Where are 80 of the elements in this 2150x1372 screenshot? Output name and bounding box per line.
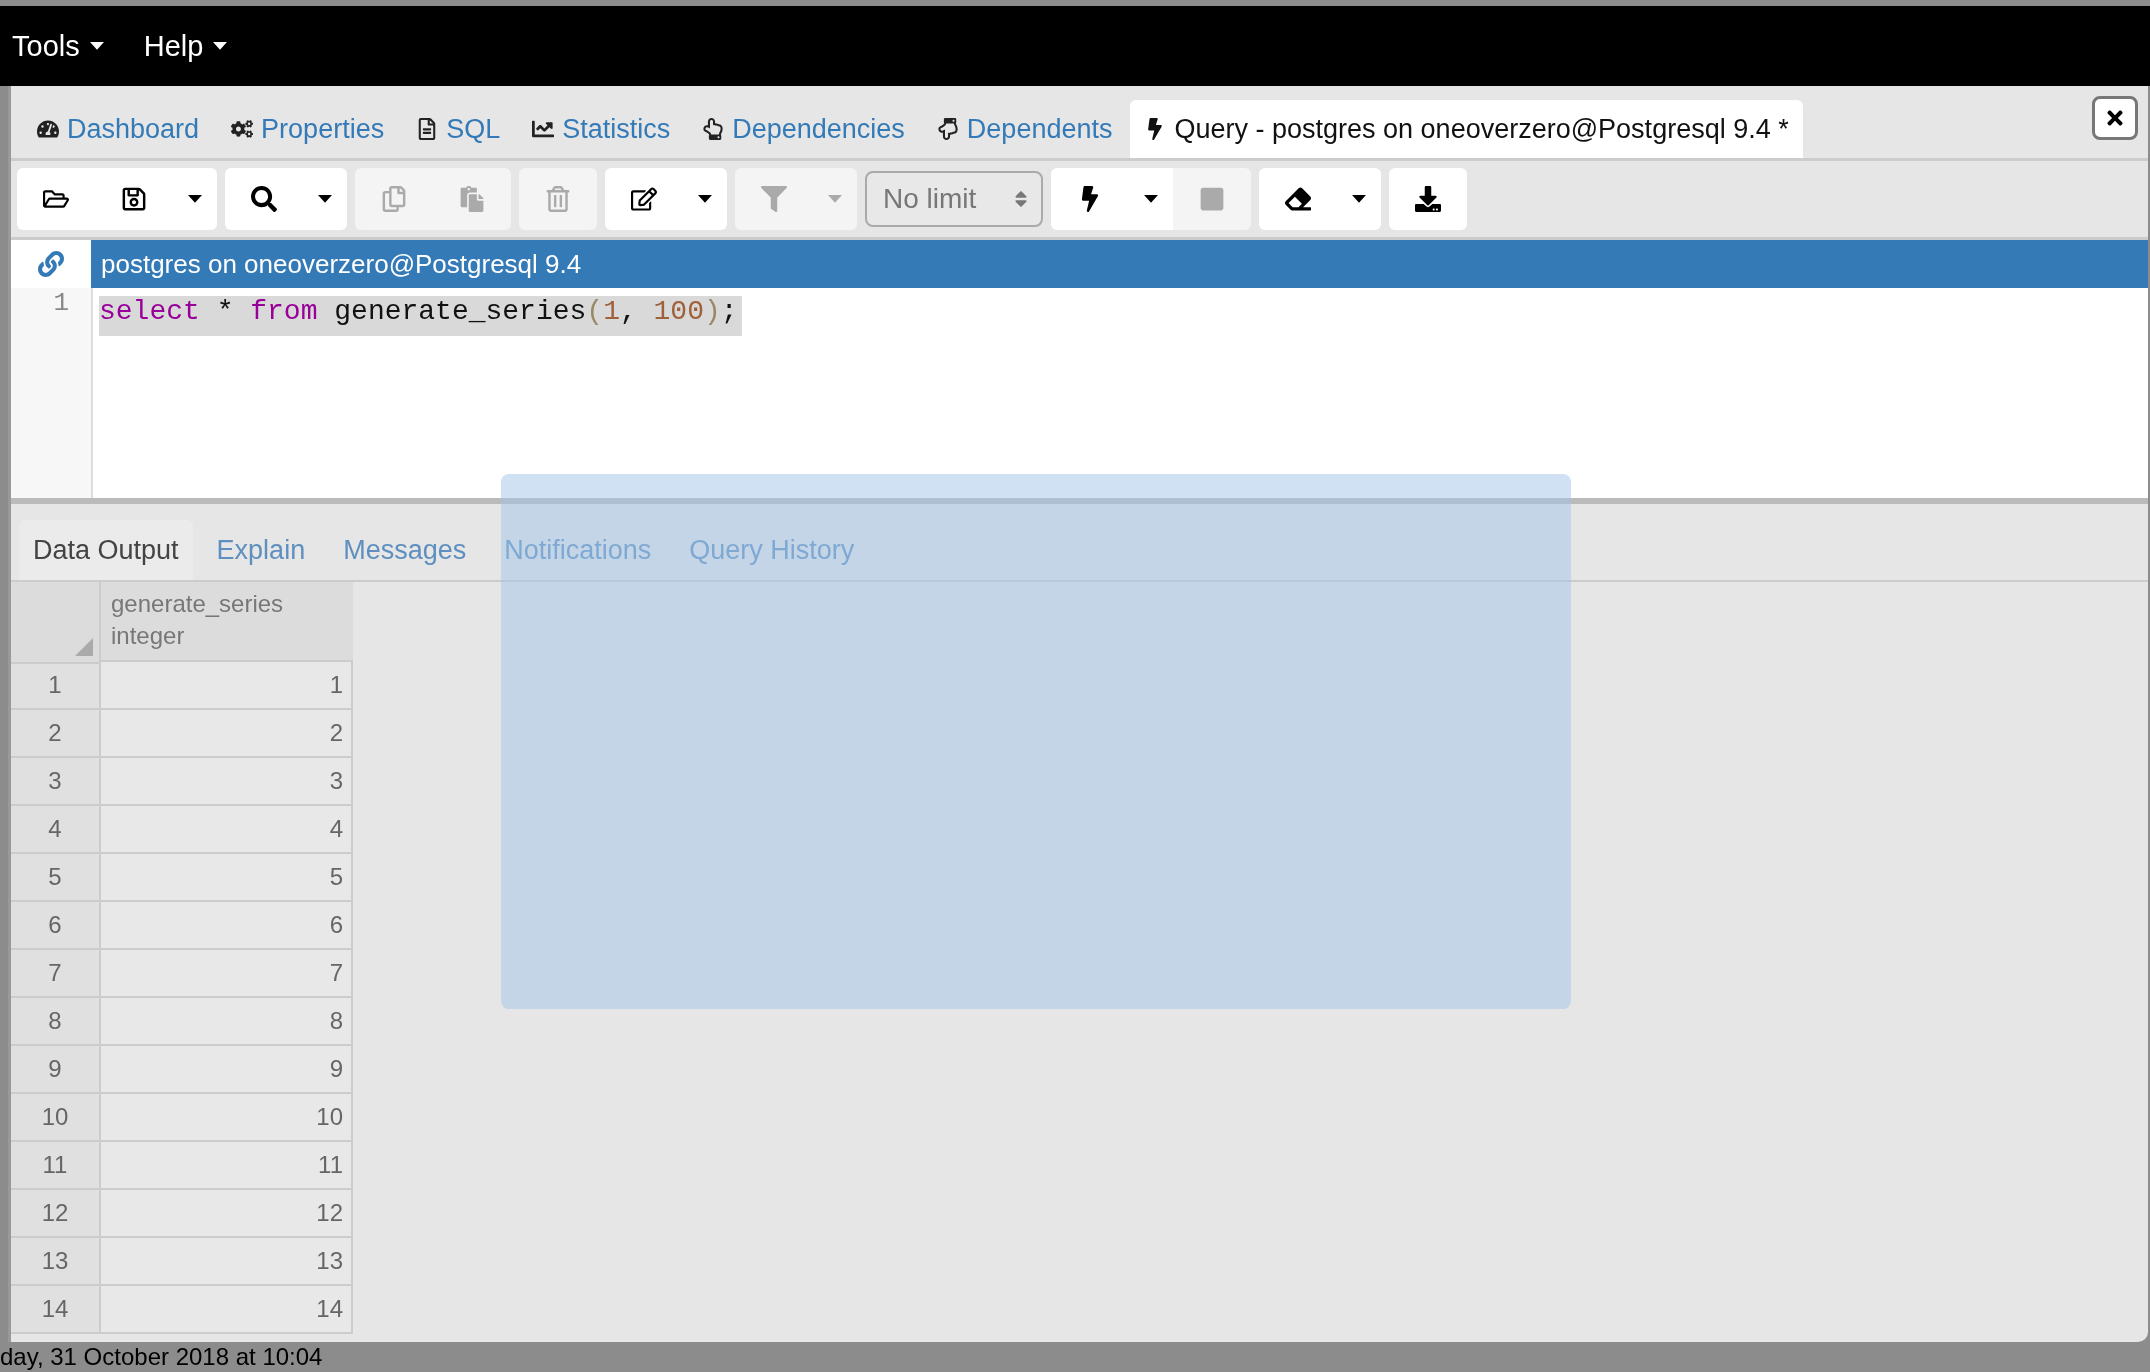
table-cell: 11 bbox=[101, 1142, 353, 1190]
paste-icon bbox=[459, 186, 485, 212]
gauge-icon bbox=[37, 118, 59, 140]
panel-tab[interactable]: Dependents bbox=[922, 100, 1127, 158]
panel-tab[interactable]: SQL bbox=[402, 100, 515, 158]
panel-tab[interactable]: Query - postgres on oneoverzero@Postgresql 9.4 * bbox=[1130, 100, 1803, 158]
row-number: 5 bbox=[11, 854, 101, 902]
caret-icon bbox=[213, 42, 228, 50]
row-number: 4 bbox=[11, 806, 101, 854]
pointing-hand-icon bbox=[702, 118, 725, 140]
search-icon bbox=[251, 186, 277, 212]
copy-icon bbox=[381, 186, 407, 212]
panel-tab[interactable]: Dashboard bbox=[23, 100, 214, 158]
dropdown-caret-button[interactable] bbox=[173, 168, 217, 230]
edit-button[interactable] bbox=[605, 168, 683, 230]
table-cell: 8 bbox=[101, 998, 353, 1046]
funnel-icon bbox=[761, 186, 787, 212]
row-number: 6 bbox=[11, 902, 101, 950]
eraser-icon bbox=[1285, 186, 1311, 212]
gears-icon bbox=[231, 118, 254, 140]
row-number: 7 bbox=[11, 950, 101, 998]
row-number: 14 bbox=[11, 1286, 101, 1334]
row-number: 11 bbox=[11, 1142, 101, 1190]
table-cell: 6 bbox=[101, 902, 353, 950]
caret-icon bbox=[1352, 195, 1366, 203]
table-cell: 9 bbox=[101, 1046, 353, 1094]
download-icon bbox=[1415, 186, 1441, 212]
menu-item[interactable]: Tools bbox=[12, 29, 104, 63]
code-editor[interactable]: select * from generate_series(1, 100); bbox=[93, 288, 748, 498]
table-cell: 5 bbox=[101, 854, 353, 902]
row-number: 13 bbox=[11, 1238, 101, 1286]
execute-button[interactable] bbox=[1051, 168, 1129, 230]
result-tab[interactable]: Explain bbox=[202, 520, 320, 580]
row-number: 9 bbox=[11, 1046, 101, 1094]
eraser-button[interactable] bbox=[1259, 168, 1337, 230]
panel-tab[interactable]: Dependencies bbox=[688, 100, 919, 158]
open-file-button[interactable] bbox=[17, 168, 95, 230]
dropdown-caret-button[interactable] bbox=[1129, 168, 1173, 230]
table-cell: 14 bbox=[101, 1286, 353, 1334]
result-tab[interactable]: Messages bbox=[329, 520, 481, 580]
square-icon bbox=[1199, 186, 1225, 212]
row-number: 12 bbox=[11, 1190, 101, 1238]
row-number: 3 bbox=[11, 758, 101, 806]
table-cell: 1 bbox=[101, 662, 353, 710]
menu-item[interactable]: Help bbox=[143, 29, 228, 63]
download-button[interactable] bbox=[1389, 168, 1467, 230]
caret-icon bbox=[698, 195, 712, 203]
close-button[interactable] bbox=[2092, 96, 2138, 140]
dropdown-caret-button[interactable] bbox=[303, 168, 347, 230]
caret-icon bbox=[89, 42, 104, 50]
pointing-hand-icon bbox=[936, 118, 959, 140]
result-tab[interactable]: Data Output bbox=[19, 520, 193, 580]
table-cell: 10 bbox=[101, 1094, 353, 1142]
panel-tab[interactable]: Properties bbox=[217, 100, 399, 158]
line-number: 1 bbox=[52, 288, 70, 320]
search-button[interactable] bbox=[225, 168, 303, 230]
trash-icon bbox=[545, 186, 571, 212]
caret-icon bbox=[1144, 195, 1158, 203]
table-cell: 12 bbox=[101, 1190, 353, 1238]
row-number: 10 bbox=[11, 1094, 101, 1142]
table-cell: 3 bbox=[101, 758, 353, 806]
dropdown-caret-button[interactable] bbox=[1337, 168, 1381, 230]
caret-icon bbox=[828, 195, 842, 203]
table-cell: 7 bbox=[101, 950, 353, 998]
table-cell: 2 bbox=[101, 710, 353, 758]
row-number: 8 bbox=[11, 998, 101, 1046]
row-number: 2 bbox=[11, 710, 101, 758]
background-window-text: day, 31 October 2018 at 10:04 bbox=[0, 1344, 323, 1370]
corner-triangle-icon bbox=[75, 638, 93, 656]
caret-icon bbox=[318, 195, 332, 203]
table-cell: 13 bbox=[101, 1238, 353, 1286]
panel-tab[interactable]: Statistics bbox=[518, 100, 685, 158]
column-header[interactable]: generate_series integer bbox=[101, 582, 353, 662]
dropdown-caret-button[interactable] bbox=[683, 168, 727, 230]
caret-icon bbox=[188, 195, 202, 203]
link-icon bbox=[38, 251, 64, 277]
row-number: 1 bbox=[11, 662, 101, 710]
connection-bar: postgres on oneoverzero@Postgresql 9.4 bbox=[91, 240, 2148, 288]
table-cell: 4 bbox=[101, 806, 353, 854]
line-chart-icon bbox=[532, 118, 555, 140]
